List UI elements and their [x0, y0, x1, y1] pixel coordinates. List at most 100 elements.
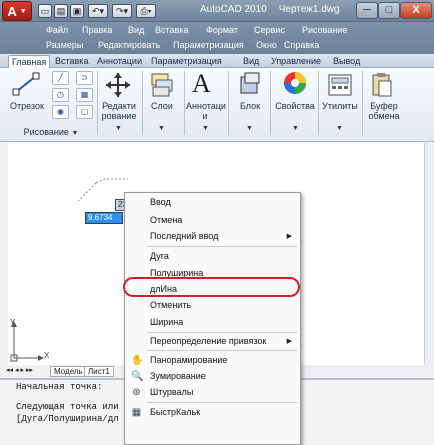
submenu-arrow-icon: ▶: [286, 338, 292, 345]
window-title: AutoCAD 2010 Чертеж1.dwg: [200, 4, 340, 15]
close-button[interactable]: X: [400, 2, 432, 19]
block-button[interactable]: [238, 71, 262, 99]
menu-file[interactable]: Файл: [46, 25, 68, 35]
autocad-logo-icon: A: [7, 3, 17, 19]
application-menu-button[interactable]: A ▼: [2, 1, 32, 21]
layers-icon: [151, 73, 173, 97]
menu-edit[interactable]: Правка: [82, 25, 112, 35]
line-button[interactable]: [10, 70, 42, 100]
tab-model[interactable]: Модель: [50, 366, 87, 377]
menu-tools[interactable]: Сервис: [254, 25, 285, 35]
menu-help[interactable]: Справка: [284, 40, 319, 50]
menu-item-enter[interactable]: Ввод: [150, 197, 171, 207]
draw-panel-label[interactable]: Рисование ▼: [20, 127, 82, 139]
layers-label: Слои: [151, 101, 173, 111]
panel-divider: [362, 71, 363, 135]
modify-label-line1: Редакти: [102, 101, 136, 111]
menu-item-quickcalc[interactable]: БыстрКальк: [150, 407, 200, 417]
ribbon-tab-bar: Главная Вставка Аннотации Параметризация…: [0, 54, 434, 68]
menu-parametric[interactable]: Параметризация: [173, 40, 244, 50]
tab-view[interactable]: Вид: [240, 55, 262, 68]
chevron-down-icon[interactable]: ▼: [115, 125, 122, 132]
tab-annotate[interactable]: Аннотации: [94, 55, 145, 68]
vertical-scrollbar[interactable]: [424, 143, 434, 365]
submenu-arrow-icon: ▶: [286, 233, 292, 240]
menu-item-zoom[interactable]: Зумирование: [150, 371, 206, 381]
command-history-line: Начальная точка:: [16, 382, 103, 392]
tab-manage[interactable]: Управление: [268, 55, 324, 68]
layout-tab-bar: ◂◂ ◂ ▸ ▸▸ Модель Лист1: [0, 365, 116, 377]
annotate-text-icon[interactable]: A: [192, 69, 211, 99]
arc-icon[interactable]: ◉: [52, 105, 69, 119]
command-history-line: Следующая точка или: [16, 402, 119, 412]
chevron-down-icon: ▼: [19, 7, 27, 15]
menu-separator: [147, 402, 297, 403]
chevron-down-icon[interactable]: ▼: [336, 125, 343, 132]
menu-separator: [147, 332, 297, 333]
polyline-icon[interactable]: ╱: [52, 71, 69, 85]
utilities-button[interactable]: [326, 71, 354, 99]
undo-icon[interactable]: ↶▾: [88, 4, 108, 18]
chevron-down-icon[interactable]: ▼: [246, 125, 253, 132]
menu-item-width[interactable]: Ширина: [150, 317, 183, 327]
tab-parametric[interactable]: Параметризация: [148, 55, 225, 68]
menu-window[interactable]: Окно: [256, 40, 277, 50]
menu-insert[interactable]: Вставка: [155, 25, 188, 35]
annotate-label-line2: и: [202, 111, 208, 121]
menu-item-undo[interactable]: Отменить: [150, 300, 191, 310]
save-icon[interactable]: ▣: [70, 4, 84, 18]
clipboard-label-line2: обмена: [368, 111, 400, 121]
maximize-button[interactable]: □: [378, 2, 400, 19]
plot-icon[interactable]: ⎙▾: [136, 4, 156, 18]
highlight-annotation: [123, 277, 300, 297]
menu-view[interactable]: Вид: [128, 25, 144, 35]
rectangle-icon[interactable]: ⊃: [76, 71, 93, 85]
menu-item-recent-input-label: Последний ввод: [150, 231, 219, 241]
block-icon: [240, 72, 260, 94]
dynamic-input-length[interactable]: 9.6734: [85, 212, 123, 224]
color-wheel-icon: [284, 72, 306, 94]
menu-item-steeringwheels[interactable]: Штурвалы: [150, 387, 193, 397]
tab-home[interactable]: Главная: [8, 55, 51, 68]
panel-divider: [318, 71, 319, 135]
layers-button[interactable]: [148, 71, 176, 99]
menu-draw[interactable]: Рисование: [302, 25, 347, 35]
pan-icon: ✋: [131, 355, 144, 366]
tab-nav-arrows-icon[interactable]: ◂◂ ◂ ▸ ▸▸: [6, 366, 33, 374]
new-icon[interactable]: ▭: [38, 4, 52, 18]
region-icon[interactable]: ▢: [76, 105, 93, 119]
modify-button[interactable]: [103, 71, 133, 99]
context-menu: Ввод Отмена Последний ввод ▶ Дуга Полуши…: [124, 192, 301, 445]
chevron-down-icon[interactable]: ▼: [158, 125, 165, 132]
menu-item-arc[interactable]: Дуга: [150, 251, 169, 261]
open-icon[interactable]: ▤: [54, 4, 68, 18]
menu-item-snap-overrides[interactable]: Переопределение привязок: [150, 336, 266, 346]
chevron-down-icon[interactable]: ▼: [202, 125, 209, 132]
circle-icon[interactable]: ◷: [52, 88, 69, 102]
menu-item-cancel[interactable]: Отмена: [150, 215, 182, 225]
panel-divider: [142, 71, 143, 135]
menu-item-pan[interactable]: Панорамирование: [150, 355, 227, 365]
menu-dimension[interactable]: Размеры: [46, 40, 83, 50]
quickcalc-icon: ▦: [131, 407, 142, 418]
hatch-icon[interactable]: ▦: [76, 88, 93, 102]
panel-divider: [184, 71, 185, 135]
modify-icon: [106, 73, 130, 97]
chevron-down-icon[interactable]: ▼: [292, 125, 299, 132]
tab-output[interactable]: Вывод: [330, 55, 363, 68]
minimize-button[interactable]: ─: [356, 2, 378, 19]
ucs-icon: [10, 321, 44, 362]
redo-icon[interactable]: ↷▾: [112, 4, 132, 18]
tab-insert[interactable]: Вставка: [52, 55, 91, 68]
utilities-label: Утилиты: [322, 101, 358, 111]
tab-layout1[interactable]: Лист1: [84, 366, 114, 377]
menu-format[interactable]: Формат: [206, 25, 238, 35]
document-name: Чертеж1.dwg: [278, 4, 340, 15]
menu-item-recent-input[interactable]: Последний ввод: [150, 231, 298, 241]
clipboard-button[interactable]: [370, 71, 394, 99]
properties-button[interactable]: [282, 70, 308, 98]
draw-panel-title: Рисование: [23, 127, 69, 137]
menu-modify[interactable]: Редактировать: [98, 40, 160, 50]
panel-divider: [270, 71, 271, 135]
ribbon-panel-area: Отрезок ╱ ◷ ◉ ⊃ ▦ ▢ Рисование ▼ Редакти …: [0, 68, 434, 142]
